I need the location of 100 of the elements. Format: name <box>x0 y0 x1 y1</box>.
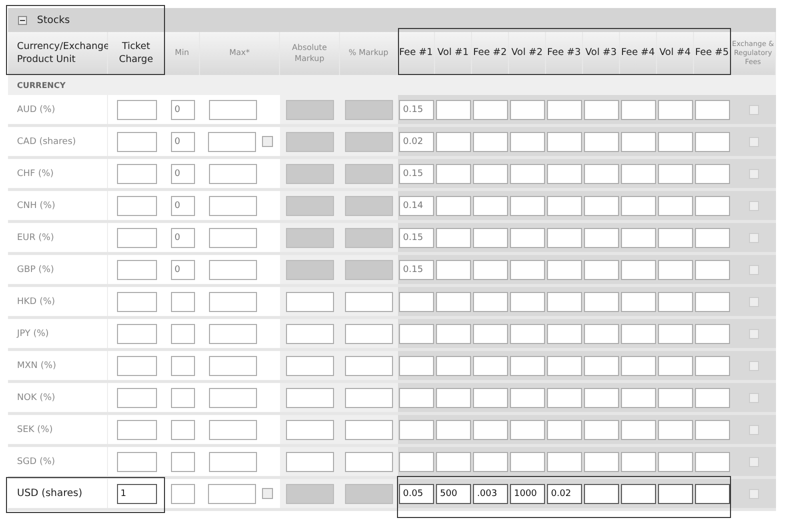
absolute-markup-field[interactable] <box>286 356 334 376</box>
fee-field[interactable] <box>695 452 730 472</box>
volume-field[interactable] <box>658 452 693 472</box>
fee-field[interactable] <box>473 196 508 216</box>
fee-field[interactable] <box>547 100 582 120</box>
fee-field[interactable] <box>695 132 730 152</box>
volume-field[interactable] <box>436 356 471 376</box>
ticket-charge-field[interactable] <box>116 196 156 216</box>
fee-field[interactable] <box>547 324 582 344</box>
ticket-charge-field[interactable]: 1 <box>116 484 156 504</box>
min-field[interactable] <box>170 452 194 472</box>
fee-field[interactable] <box>473 100 508 120</box>
fee-field[interactable] <box>621 452 656 472</box>
volume-field[interactable] <box>584 420 619 440</box>
fee-field[interactable] <box>695 260 730 280</box>
fee-field[interactable] <box>547 196 582 216</box>
fee-field[interactable] <box>547 260 582 280</box>
exchange-fees-checkbox[interactable] <box>748 456 758 466</box>
volume-field[interactable] <box>436 228 471 248</box>
volume-field[interactable] <box>658 100 693 120</box>
max-checkbox[interactable] <box>262 488 272 499</box>
percent-markup-field[interactable] <box>345 452 393 472</box>
volume-field[interactable]: 500 <box>436 484 471 504</box>
volume-field[interactable] <box>510 100 545 120</box>
fee-field[interactable] <box>695 420 730 440</box>
max-field[interactable] <box>208 228 256 248</box>
fee-field[interactable] <box>695 484 730 504</box>
ticket-charge-field[interactable] <box>116 356 156 376</box>
fee-field[interactable] <box>547 164 582 184</box>
fee-field[interactable] <box>399 420 434 440</box>
fee-field[interactable] <box>621 324 656 344</box>
volume-field[interactable] <box>658 164 693 184</box>
max-field[interactable] <box>208 356 256 376</box>
fee-field[interactable]: 0.15 <box>399 228 434 248</box>
absolute-markup-field[interactable] <box>286 420 334 440</box>
volume-field[interactable] <box>584 164 619 184</box>
fee-field[interactable] <box>473 356 508 376</box>
min-field[interactable]: 0 <box>170 132 194 152</box>
exchange-fees-checkbox[interactable] <box>748 424 758 434</box>
max-field[interactable] <box>208 164 256 184</box>
fee-field[interactable] <box>621 388 656 408</box>
fee-field[interactable] <box>621 164 656 184</box>
volume-field[interactable] <box>658 356 693 376</box>
fee-field[interactable] <box>621 292 656 312</box>
volume-field[interactable] <box>658 132 693 152</box>
ticket-charge-field[interactable] <box>116 420 156 440</box>
fee-field[interactable]: 0.14 <box>399 196 434 216</box>
exchange-fees-checkbox[interactable] <box>748 328 758 338</box>
min-field[interactable] <box>170 356 194 376</box>
volume-field[interactable] <box>658 196 693 216</box>
fee-field[interactable] <box>473 420 508 440</box>
max-checkbox[interactable] <box>262 136 272 147</box>
exchange-fees-checkbox[interactable] <box>748 488 758 498</box>
fee-field[interactable] <box>399 324 434 344</box>
volume-field[interactable] <box>510 228 545 248</box>
min-field[interactable]: 0 <box>170 228 194 248</box>
volume-field[interactable] <box>436 420 471 440</box>
ticket-charge-field[interactable] <box>116 100 156 120</box>
fee-field[interactable] <box>473 388 508 408</box>
volume-field[interactable] <box>584 132 619 152</box>
exchange-fees-checkbox[interactable] <box>748 232 758 242</box>
exchange-fees-checkbox[interactable] <box>748 200 758 210</box>
max-field[interactable] <box>208 484 256 504</box>
volume-field[interactable]: 1000 <box>510 484 545 504</box>
fee-field[interactable]: .003 <box>473 484 508 504</box>
fee-field[interactable]: 0.05 <box>399 484 434 504</box>
fee-field[interactable] <box>473 452 508 472</box>
volume-field[interactable] <box>584 100 619 120</box>
volume-field[interactable] <box>510 388 545 408</box>
volume-field[interactable] <box>584 484 619 504</box>
volume-field[interactable] <box>436 260 471 280</box>
max-field[interactable] <box>208 324 256 344</box>
fee-field[interactable] <box>547 420 582 440</box>
exchange-fees-checkbox[interactable] <box>748 104 758 114</box>
min-field[interactable] <box>170 324 194 344</box>
max-field[interactable] <box>208 260 256 280</box>
volume-field[interactable] <box>510 324 545 344</box>
volume-field[interactable] <box>436 388 471 408</box>
ticket-charge-field[interactable] <box>116 388 156 408</box>
absolute-markup-field[interactable] <box>286 452 334 472</box>
fee-field[interactable]: 0.02 <box>399 132 434 152</box>
volume-field[interactable] <box>436 196 471 216</box>
volume-field[interactable] <box>584 196 619 216</box>
volume-field[interactable] <box>658 260 693 280</box>
volume-field[interactable] <box>436 452 471 472</box>
max-field[interactable] <box>208 196 256 216</box>
ticket-charge-field[interactable] <box>116 260 156 280</box>
volume-field[interactable] <box>584 292 619 312</box>
max-field[interactable] <box>208 452 256 472</box>
volume-field[interactable] <box>436 292 471 312</box>
fee-field[interactable] <box>399 292 434 312</box>
volume-field[interactable] <box>658 388 693 408</box>
min-field[interactable]: 0 <box>170 196 194 216</box>
min-field[interactable]: 0 <box>170 100 194 120</box>
fee-field[interactable] <box>621 196 656 216</box>
exchange-fees-checkbox[interactable] <box>748 296 758 306</box>
fee-field[interactable] <box>695 388 730 408</box>
exchange-fees-checkbox[interactable] <box>748 360 758 370</box>
fee-field[interactable] <box>399 452 434 472</box>
fee-field[interactable] <box>695 356 730 376</box>
